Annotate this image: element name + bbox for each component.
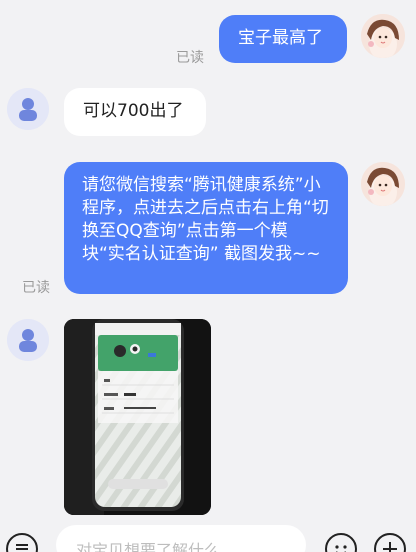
message-bubble-outgoing[interactable]: 宝子最高了: [219, 15, 347, 63]
user-silhouette-icon: [7, 319, 49, 361]
chat-area: 宝子最高了 已读 可以700出了 请您微信搜索“腾讯健康系统”小程序，点进去之后…: [0, 0, 416, 552]
self-avatar[interactable]: [361, 14, 405, 58]
message-input[interactable]: 对宝贝想要了解什么: [56, 525, 306, 552]
contact-avatar[interactable]: [7, 319, 49, 361]
user-silhouette-icon: [7, 88, 49, 130]
avatar-image: [361, 162, 405, 206]
plus-icon: [383, 542, 397, 552]
emoji-button[interactable]: [325, 533, 357, 552]
message-bubble-incoming[interactable]: 可以700出了: [64, 88, 206, 136]
message-text: 可以700出了: [83, 101, 184, 121]
menu-button[interactable]: [6, 533, 38, 552]
read-status: 已读: [176, 50, 204, 66]
add-button[interactable]: [374, 533, 406, 552]
message-text: 宝子最高了: [238, 28, 323, 48]
image-message[interactable]: [64, 319, 211, 515]
avatar-image: [361, 14, 405, 58]
self-avatar[interactable]: [361, 162, 405, 206]
read-status: 已读: [22, 280, 50, 296]
phone-screenshot-photo: [64, 319, 211, 515]
emoji-icon: [335, 545, 347, 552]
input-placeholder: 对宝贝想要了解什么: [76, 541, 221, 552]
message-bubble-outgoing[interactable]: 请您微信搜索“腾讯健康系统”小程序，点进去之后点击右上角“切换至QQ查询”点击第…: [64, 162, 348, 294]
message-text: 请您微信搜索“腾讯健康系统”小程序，点进去之后点击右上角“切换至QQ查询”点击第…: [82, 175, 329, 264]
menu-icon: [16, 544, 28, 550]
contact-avatar[interactable]: [7, 88, 49, 130]
input-bar: 对宝贝想要了解什么: [0, 520, 416, 552]
